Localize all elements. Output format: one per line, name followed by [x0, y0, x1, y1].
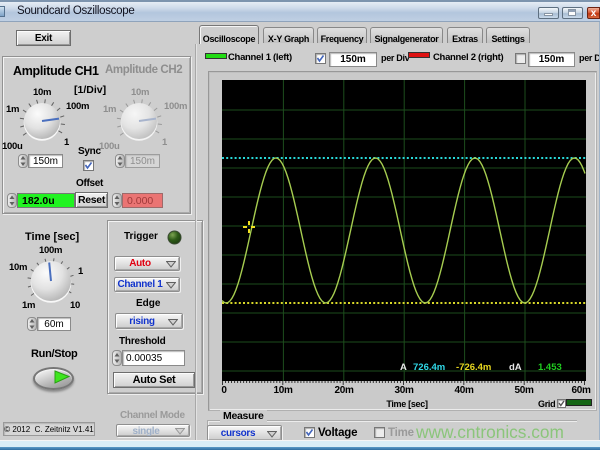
- svg-text:-726.4m: -726.4m: [456, 362, 491, 373]
- svg-text:1.453: 1.453: [538, 362, 562, 373]
- svg-text:dA: dA: [509, 362, 522, 373]
- svg-text:726.4m: 726.4m: [413, 362, 445, 373]
- svg-text:A: A: [400, 362, 407, 373]
